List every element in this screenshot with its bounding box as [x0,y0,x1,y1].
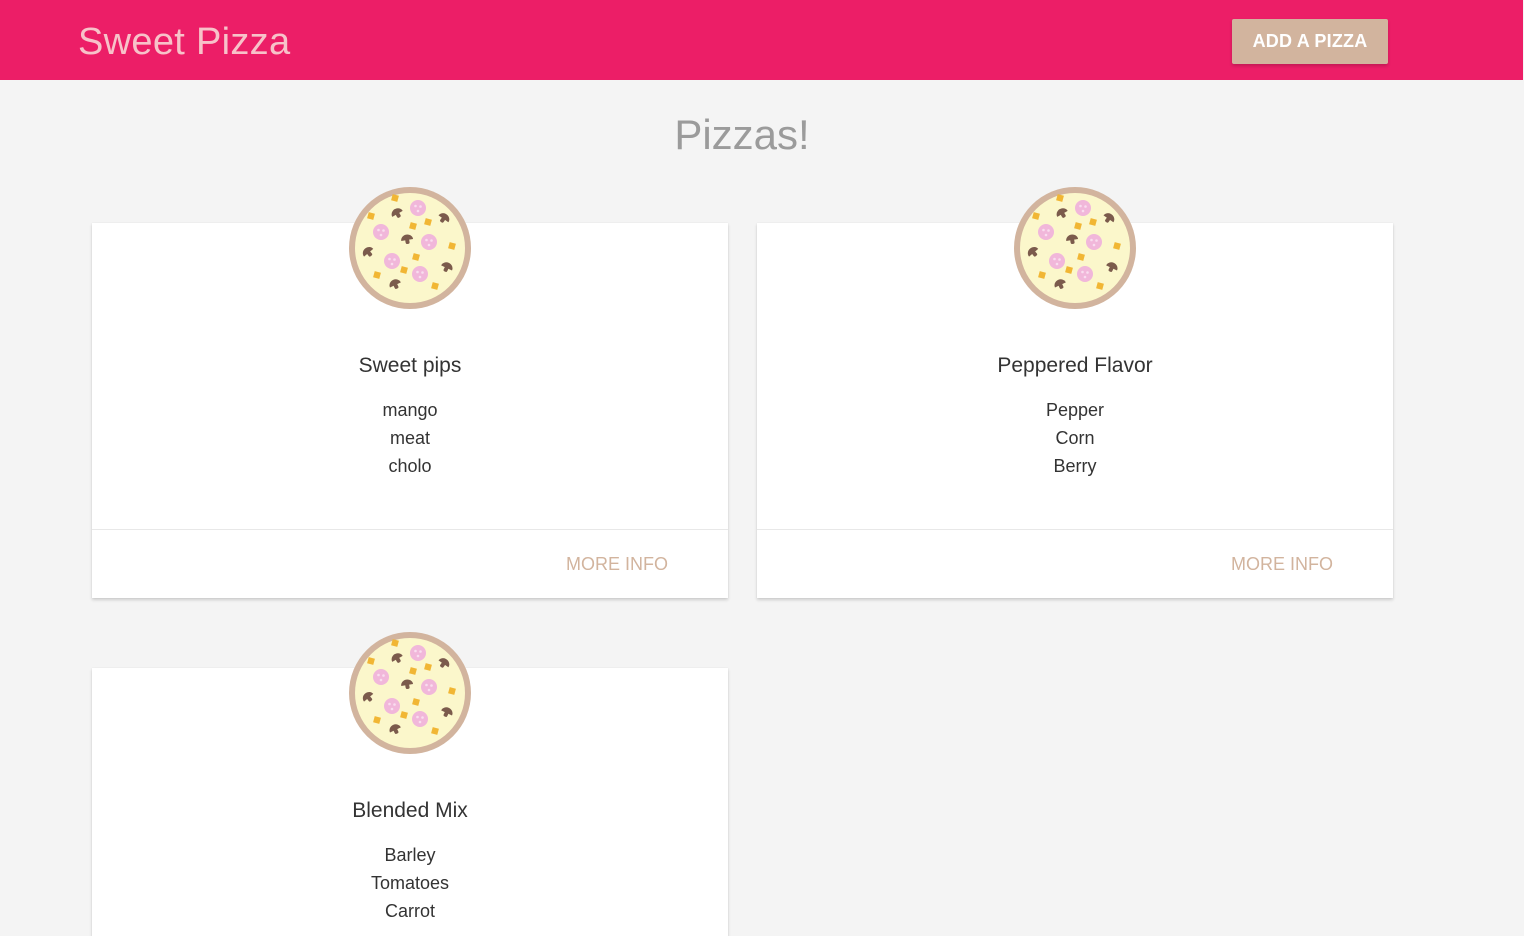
pizza-card: Peppered Flavor Pepper Corn Berry MORE I… [757,223,1393,598]
pizza-icon [347,630,473,756]
topping-item: cholo [388,456,432,476]
topping-item: Corn [1055,428,1095,448]
topping-item: Pepper [1045,400,1105,420]
topping-item: mango [382,400,438,420]
card-action-bar: MORE INFO [757,529,1393,599]
topping-item: meat [389,428,431,448]
pizza-icon [347,185,473,311]
navbar: Sweet Pizza ADD A PIZZA [0,0,1523,80]
pizza-card: Sweet pips mango meat cholo MORE INFO [92,223,728,598]
more-info-link[interactable]: MORE INFO [1231,552,1333,576]
pizza-name: Peppered Flavor [997,354,1153,377]
more-info-link[interactable]: MORE INFO [566,552,668,576]
topping-item: Tomatoes [370,873,450,893]
topping-item: Berry [1053,456,1097,476]
pizza-name: Blended Mix [352,799,468,822]
page-title: Pizzas! [674,111,810,158]
pizza-card: Blended Mix Barley Tomatoes Carrot [92,668,728,936]
toppings-list: mango meat cholo [92,396,728,480]
add-pizza-button[interactable]: ADD A PIZZA [1232,19,1388,64]
brand-logo[interactable]: Sweet Pizza [78,18,290,66]
topping-item: Carrot [384,901,435,921]
toppings-list: Pepper Corn Berry [757,396,1393,480]
pizza-name: Sweet pips [358,354,462,377]
card-action-bar: MORE INFO [92,529,728,599]
toppings-list: Barley Tomatoes Carrot [92,841,728,925]
topping-item: Barley [384,845,436,865]
pizza-icon [1012,185,1138,311]
